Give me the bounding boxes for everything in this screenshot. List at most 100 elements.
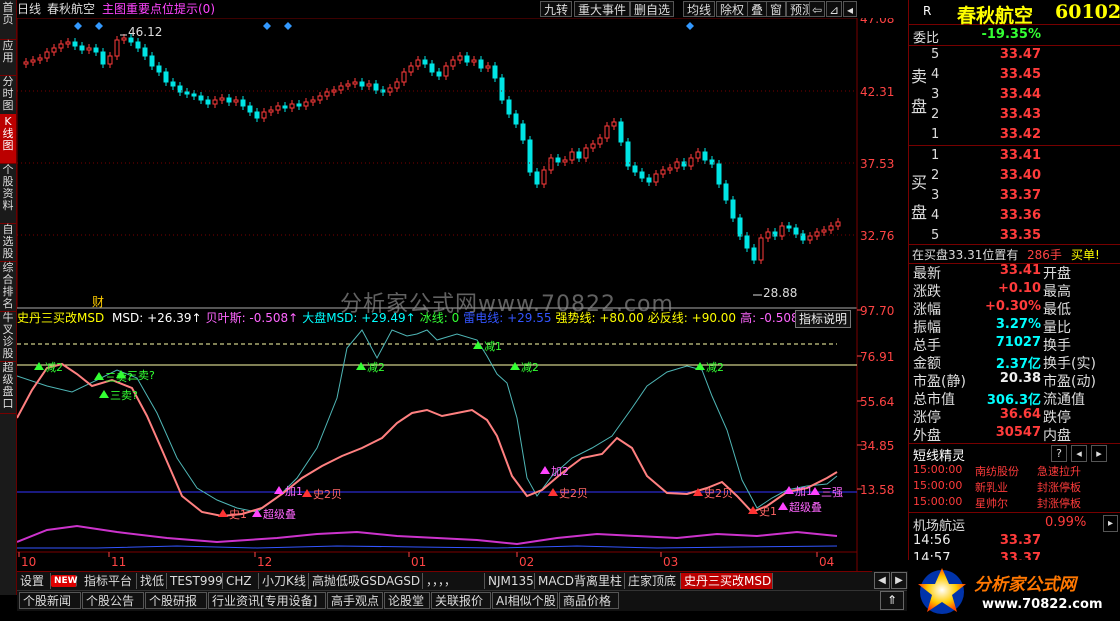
candle-body — [513, 113, 519, 125]
stat-label: 市盈(静) — [913, 374, 966, 390]
news-tab-5[interactable]: 论股堂 — [384, 592, 430, 609]
sell-row[interactable]: 5 33.47 — [909, 45, 1120, 65]
left-tab-6[interactable]: 综合排名 — [0, 260, 16, 312]
news-tab-2[interactable]: 个股研报 — [145, 592, 207, 609]
candle-body — [583, 147, 589, 159]
pin-icon[interactable]: ⊿ — [826, 1, 842, 17]
candle-body — [170, 81, 176, 87]
sell-row[interactable]: 2 33.43 — [909, 105, 1120, 125]
time-axis-label: 04 — [819, 555, 834, 569]
indicator-name[interactable]: 史丹三买改MSD — [17, 311, 104, 325]
indicator-tab-1[interactable]: NEW — [51, 575, 78, 587]
left-tab-0[interactable]: 首页 — [0, 0, 16, 40]
indicator-tab-9[interactable]: NJM135 — [485, 573, 535, 589]
indicator-header: 史丹三买改MSD MSD: +26.39↑ 贝叶斯: -0.508↑ 大盘MSD: … — [17, 309, 857, 326]
left-tab-3[interactable]: K线图 — [0, 114, 16, 164]
left-tab-1[interactable]: 应用 — [0, 38, 16, 76]
indicator-tab-8[interactable]: ，，，， — [423, 573, 485, 589]
tab-scroll-right-icon[interactable]: ▶ — [891, 572, 907, 589]
event-diamond-icon[interactable] — [284, 22, 292, 30]
prev-icon[interactable]: ◂ — [1071, 445, 1087, 462]
left-tab-8[interactable]: 超级盘口 — [0, 360, 16, 414]
signal-label: 史2贝 — [313, 488, 342, 501]
news-tab-6[interactable]: 关联报价 — [431, 592, 491, 609]
indicator-tab-3[interactable]: 找低 — [137, 573, 167, 589]
tick-price: 33.37 — [999, 533, 1041, 548]
shortline-row[interactable]: 15:00:00 南纺股份 急速拉升 — [909, 462, 1120, 478]
sell-level: 3 — [931, 87, 940, 102]
event-diamond-icon[interactable] — [74, 22, 82, 30]
candle-body — [667, 167, 673, 171]
buy-row[interactable]: 4 33.36 — [909, 206, 1120, 226]
financial-marker[interactable]: 财 — [92, 293, 104, 310]
stat-value: +0.10 — [998, 281, 1041, 296]
buy-row[interactable]: 1 33.41 — [909, 146, 1120, 166]
toolbar-button-6[interactable]: 窗 — [766, 1, 787, 17]
news-tab-0[interactable]: 个股新闻 — [19, 592, 81, 609]
left-tab-5[interactable]: 自选股 — [0, 222, 16, 262]
price-axis-label: 42.31 — [860, 85, 894, 99]
period-label[interactable]: 日线 — [17, 1, 41, 17]
indicator-tab-10[interactable]: MACD背离里柱 — [535, 573, 625, 589]
news-tab-1[interactable]: 个股公告 — [82, 592, 144, 609]
news-tab-8[interactable]: 商品价格 — [559, 592, 619, 609]
collapse-up-icon[interactable]: ⇑ — [880, 591, 904, 610]
news-tab-4[interactable]: 高手观点 — [327, 592, 383, 609]
indicator-tab-6[interactable]: 小刀K线 — [259, 573, 309, 589]
stat-row: 总市值 306.3亿 流通值 — [909, 389, 1120, 408]
toolbar-button-4[interactable]: 除权 — [716, 1, 749, 17]
toolbar-button-3[interactable]: 均线 — [683, 1, 716, 17]
stat-label: 涨跌 — [913, 284, 941, 300]
left-tab-2[interactable]: 分时图 — [0, 74, 16, 116]
toolbar-button-2[interactable]: 删自选 — [630, 1, 675, 17]
buy-level: 5 — [931, 228, 940, 243]
news-tab-7[interactable]: AI相似个股 — [492, 592, 558, 609]
indicator-axis-label: 76.91 — [860, 350, 894, 364]
left-tab-7[interactable]: 牛叉诊股 — [0, 310, 16, 362]
signal-label: 减1 — [484, 340, 502, 353]
indicator-tab-4[interactable]: TEST999 — [167, 573, 223, 589]
candle-body — [107, 55, 113, 65]
event-diamond-icon[interactable] — [95, 22, 103, 30]
toolbar-button-0[interactable]: 九转 — [540, 1, 573, 17]
event-diamond-icon[interactable] — [263, 22, 271, 30]
signal-label: 减2 — [521, 361, 539, 374]
sell-row[interactable]: 3 33.44 — [909, 85, 1120, 105]
tab-scroll-left-icon[interactable]: ◀ — [874, 572, 890, 589]
shortline-row[interactable]: 15:00:00 星帅尔 封涨停板 — [909, 494, 1120, 510]
candle-body — [93, 47, 99, 53]
key-point-hint[interactable]: 主图重要点位提示(0) — [102, 1, 215, 17]
indicator-field-5: 强势线: +80.00 — [555, 311, 644, 325]
sector-expand-icon[interactable]: ▸ — [1103, 515, 1118, 532]
sector-name[interactable]: 机场航运 — [913, 515, 965, 534]
buy-row[interactable]: 3 33.37 — [909, 186, 1120, 206]
indicator-tab-5[interactable]: CHZ — [223, 573, 259, 589]
help-icon[interactable]: ? — [1051, 445, 1067, 462]
indicator-tab-0[interactable]: 设置 — [17, 573, 51, 589]
indicator-tab-12[interactable]: 史丹三买改MSD — [681, 573, 773, 589]
back-icon[interactable]: ⇦ — [809, 1, 825, 17]
candle-body — [58, 43, 64, 49]
buy-row[interactable]: 5 33.35 — [909, 226, 1120, 246]
buy-price: 33.40 — [999, 168, 1041, 183]
indicator-tab-2[interactable]: 指标平台 — [81, 573, 137, 589]
sell-price: 33.44 — [999, 87, 1041, 102]
toolbar-button-1[interactable]: 重大事件 — [574, 1, 631, 17]
candle-body — [44, 51, 50, 59]
toolbar-button-5[interactable]: 叠 — [747, 1, 768, 17]
sell-row[interactable]: 4 33.45 — [909, 65, 1120, 85]
left-tab-4[interactable]: 个股资料 — [0, 162, 16, 224]
stat-row: 振幅 3.27% 量比 — [909, 317, 1120, 336]
candle-body — [520, 123, 526, 141]
indicator-field-4: 雷电线: +29.55 — [463, 311, 552, 325]
indicator-tab-11[interactable]: 庄家顶底 — [625, 573, 681, 589]
event-diamond-icon[interactable] — [686, 22, 694, 30]
dropdown-icon[interactable]: ◂ — [843, 1, 857, 17]
news-tab-3[interactable]: 行业资讯[专用设备] — [208, 592, 326, 609]
buy-row[interactable]: 2 33.40 — [909, 166, 1120, 186]
sell-row[interactable]: 1 33.42 — [909, 125, 1120, 145]
shortline-row[interactable]: 15:00:00 新乳业 封涨停板 — [909, 478, 1120, 494]
indicator-help-button[interactable]: 指标说明 — [795, 310, 852, 328]
next-icon[interactable]: ▸ — [1091, 445, 1107, 462]
indicator-tab-7[interactable]: 高抛低吸GSDAGSD — [309, 573, 423, 589]
